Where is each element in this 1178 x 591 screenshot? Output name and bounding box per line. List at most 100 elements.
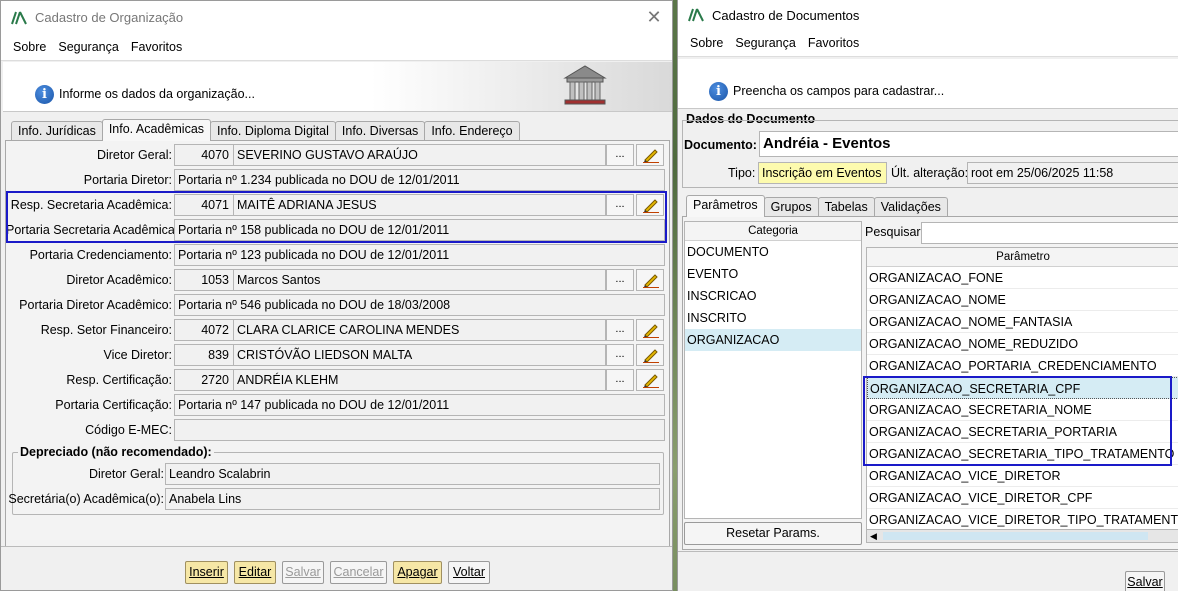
resp-setor-financeiro-label: Resp. Setor Financeiro:: [40, 323, 172, 337]
vice-diretor-name[interactable]: CRISTÓVÃO LIEDSON MALTA: [233, 344, 606, 366]
ult-alteracao-field: root em 25/06/2025 11:58: [967, 162, 1178, 184]
scroll-left-icon[interactable]: ◀: [870, 530, 877, 542]
portaria-diretor-field[interactable]: Portaria nº 1.234 publicada no DOU de 12…: [174, 169, 665, 191]
voltar-button[interactable]: Voltar: [448, 561, 490, 584]
app-logo-icon: [11, 11, 27, 25]
tab-info-endereco[interactable]: Info. Endereço: [424, 121, 520, 141]
portaria-diretor-academico-label: Portaria Diretor Acadêmico:: [19, 298, 172, 312]
tab-info-diploma-digital[interactable]: Info. Diploma Digital: [210, 121, 336, 141]
table-row[interactable]: ORGANIZACAO_VICE_DIRETOR_TIPO_TRATAMENTO: [867, 509, 1178, 529]
tipo-label: Tipo:: [728, 166, 756, 180]
menu-favoritos[interactable]: Favoritos: [131, 40, 182, 54]
menu-seguranca[interactable]: Segurança: [735, 36, 795, 50]
banner-text: Informe os dados da organização...: [59, 87, 255, 101]
tab-info-juridicas[interactable]: Info. Jurídicas: [11, 121, 103, 141]
table-row[interactable]: ORGANIZACAO_SECRETARIA_TIPO_TRATAMENTO: [867, 443, 1178, 465]
documento-field[interactable]: Andréia - Eventos: [759, 131, 1178, 157]
close-icon[interactable]: ✕: [644, 7, 664, 27]
portaria-secretaria-label: Portaria Secretaria Acadêmica:: [6, 223, 179, 237]
resp-secretaria-name[interactable]: MAITÊ ADRIANA JESUS: [233, 194, 606, 216]
vice-diretor-search-button[interactable]: ...: [606, 344, 634, 366]
pencil-icon[interactable]: [636, 269, 664, 291]
table-row[interactable]: ORGANIZACAO_VICE_DIRETOR_CPF: [867, 487, 1178, 509]
list-item[interactable]: INSCRICAO: [685, 285, 861, 307]
menu-sobre[interactable]: Sobre: [13, 40, 46, 54]
diretor-academico-search-button[interactable]: ...: [606, 269, 634, 291]
pencil-icon[interactable]: [636, 369, 664, 391]
horizontal-scrollbar[interactable]: ◀: [866, 529, 1178, 543]
salvar-button[interactable]: Salvar: [282, 561, 324, 584]
resp-setor-financeiro-name[interactable]: CLARA CLARICE CAROLINA MENDES: [233, 319, 606, 341]
menu-sobre[interactable]: Sobre: [690, 36, 723, 50]
list-item[interactable]: DOCUMENTO: [685, 241, 861, 263]
menu-bar: Sobre Segurança Favoritos: [678, 30, 1178, 57]
pencil-icon[interactable]: [636, 194, 664, 216]
info-icon: i: [35, 85, 54, 104]
deprecated-secretaria-field[interactable]: Anabela Lins: [165, 488, 660, 510]
resp-secretaria-label: Resp. Secretaria Acadêmica:: [10, 198, 172, 212]
diretor-geral-name[interactable]: SEVERINO GUSTAVO ARAÚJO: [233, 144, 606, 166]
title-bar: Cadastro de Documentos: [678, 0, 1178, 30]
tipo-field[interactable]: Inscrição em Eventos: [758, 162, 887, 184]
list-item[interactable]: INSCRITO: [685, 307, 861, 329]
window-title: Cadastro de Organização: [35, 10, 184, 25]
table-row[interactable]: ORGANIZACAO_NOME_FANTASIA: [867, 311, 1178, 333]
pencil-icon[interactable]: [636, 319, 664, 341]
resp-certificacao-search-button[interactable]: ...: [606, 369, 634, 391]
pencil-icon[interactable]: [636, 144, 664, 166]
menu-favoritos[interactable]: Favoritos: [808, 36, 859, 50]
portaria-credenciamento-field[interactable]: Portaria nº 123 publicada no DOU de 12/0…: [174, 244, 665, 266]
list-item-selected[interactable]: ORGANIZACAO: [685, 329, 861, 351]
table-row[interactable]: ORGANIZACAO_NOME_REDUZIDO: [867, 333, 1178, 355]
pencil-icon[interactable]: [636, 344, 664, 366]
parametro-list: Parâmetro ORGANIZACAO_FONE ORGANIZACAO_N…: [866, 247, 1178, 530]
scroll-thumb[interactable]: [883, 532, 1148, 540]
resetar-params-button[interactable]: Resetar Params.: [684, 522, 862, 545]
resp-certificacao-code[interactable]: 2720: [174, 369, 234, 391]
resp-setor-financeiro-search-button[interactable]: ...: [606, 319, 634, 341]
resp-secretaria-search-button[interactable]: ...: [606, 194, 634, 216]
table-row[interactable]: ORGANIZACAO_PORTARIA_CREDENCIAMENTO: [867, 355, 1178, 377]
tab-info-academicas[interactable]: Info. Acadêmicas: [101, 119, 212, 141]
editar-button[interactable]: Editar: [234, 561, 276, 584]
table-row-selected[interactable]: ORGANIZACAO_SECRETARIA_CPF: [867, 377, 1178, 399]
info-banner: i Preencha os campos para cadastrar...: [678, 59, 1178, 109]
portaria-secretaria-field[interactable]: Portaria nº 158 publicada no DOU de 12/0…: [174, 219, 665, 241]
diretor-geral-code[interactable]: 4070: [174, 144, 234, 166]
documents-window: Cadastro de Documentos Sobre Segurança F…: [677, 0, 1178, 591]
table-row[interactable]: ORGANIZACAO_SECRETARIA_PORTARIA: [867, 421, 1178, 443]
table-row[interactable]: ORGANIZACAO_FONE: [867, 267, 1178, 289]
table-row[interactable]: ORGANIZACAO_NOME: [867, 289, 1178, 311]
deprecated-secretaria-label: Secretária(o) Acadêmica(o):: [8, 492, 164, 506]
tab-grupos[interactable]: Grupos: [763, 197, 819, 217]
table-row[interactable]: ORGANIZACAO_VICE_DIRETOR: [867, 465, 1178, 487]
tab-info-diversas[interactable]: Info. Diversas: [334, 121, 426, 141]
resp-setor-financeiro-code[interactable]: 4072: [174, 319, 234, 341]
diretor-academico-name[interactable]: Marcos Santos: [233, 269, 606, 291]
codigo-emec-field[interactable]: [174, 419, 665, 441]
ult-alteracao-label: Últ. alteração:: [891, 166, 969, 180]
cancelar-button[interactable]: Cancelar: [330, 561, 387, 584]
tab-validacoes[interactable]: Validações: [873, 197, 948, 217]
salvar-button[interactable]: Salvar: [1125, 571, 1165, 591]
tab-parametros[interactable]: Parâmetros: [686, 195, 765, 217]
resp-certificacao-name[interactable]: ANDRÉIA KLEHM: [233, 369, 606, 391]
vice-diretor-code[interactable]: 839: [174, 344, 234, 366]
portaria-diretor-academico-field[interactable]: Portaria nº 546 publicada no DOU de 18/0…: [174, 294, 665, 316]
diretor-geral-search-button[interactable]: ...: [606, 144, 634, 166]
deprecated-legend: Depreciado (não recomendado):: [18, 445, 214, 459]
deprecated-diretor-field[interactable]: Leandro Scalabrin: [165, 463, 660, 485]
resp-secretaria-code[interactable]: 4071: [174, 194, 234, 216]
inserir-button[interactable]: Inserir: [185, 561, 228, 584]
info-banner: i Informe os dados da organização...: [3, 62, 672, 112]
table-row[interactable]: ORGANIZACAO_SECRETARIA_NOME: [867, 399, 1178, 421]
categoria-header: Categoria: [685, 222, 861, 241]
diretor-academico-code[interactable]: 1053: [174, 269, 234, 291]
apagar-button[interactable]: Apagar: [393, 561, 442, 584]
tab-strip: Info. Jurídicas Info. Acadêmicas Info. D…: [11, 119, 520, 141]
menu-seguranca[interactable]: Segurança: [58, 40, 118, 54]
list-item[interactable]: EVENTO: [685, 263, 861, 285]
pesquisar-input[interactable]: [921, 222, 1178, 244]
portaria-certificacao-field[interactable]: Portaria nº 147 publicada no DOU de 12/0…: [174, 394, 665, 416]
tab-tabelas[interactable]: Tabelas: [817, 197, 875, 217]
